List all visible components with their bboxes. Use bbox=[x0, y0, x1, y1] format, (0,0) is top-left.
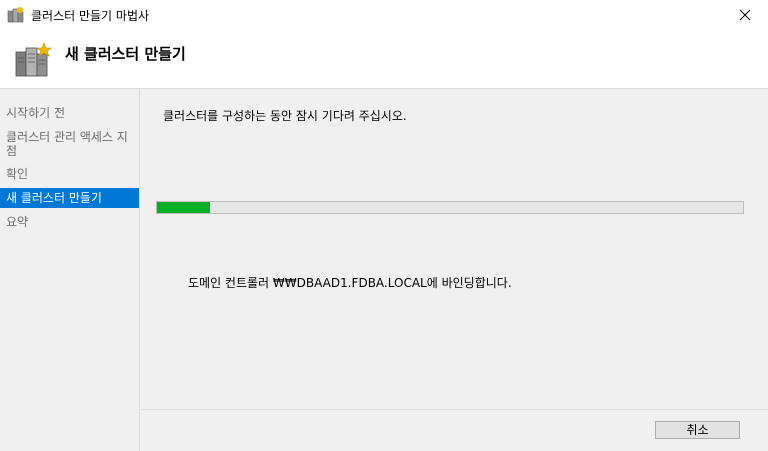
sidebar-item-access-point[interactable]: 클러스터 관리 액세스 지점 bbox=[0, 130, 130, 158]
window-title: 클러스터 만들기 마법사 bbox=[31, 9, 150, 23]
cancel-button[interactable]: 취소 bbox=[655, 421, 740, 439]
wizard-window: 클러스터 만들기 마법사 새 클러스터 만들기 시작하기 전 클러스터 관리 액… bbox=[0, 0, 768, 451]
cluster-servers-icon bbox=[14, 42, 54, 78]
sidebar-item-create-cluster[interactable]: 새 클러스터 만들기 bbox=[0, 188, 139, 208]
wait-message: 클러스터를 구성하는 동안 잠시 기다려 주십시오. bbox=[163, 109, 407, 123]
wizard-header: 새 클러스터 만들기 bbox=[0, 30, 768, 89]
sidebar-item-confirmation[interactable]: 확인 bbox=[0, 167, 139, 181]
close-icon bbox=[739, 9, 751, 21]
status-message: 도메인 컨트롤러 ₩₩DBAAD1.FDBA.LOCAL에 바인딩합니다. bbox=[188, 276, 512, 290]
title-bar: 클러스터 만들기 마법사 bbox=[0, 0, 768, 30]
wizard-footer: 취소 bbox=[142, 409, 768, 451]
sidebar-item-before-you-begin[interactable]: 시작하기 전 bbox=[0, 106, 139, 120]
cluster-wizard-icon bbox=[7, 6, 25, 24]
sidebar-item-summary[interactable]: 요약 bbox=[0, 215, 139, 229]
progress-bar bbox=[156, 201, 744, 214]
close-button[interactable] bbox=[722, 0, 768, 30]
progress-fill bbox=[157, 202, 210, 213]
wizard-content: 클러스터를 구성하는 동안 잠시 기다려 주십시오. 도메인 컨트롤러 ₩₩DB… bbox=[142, 89, 768, 409]
wizard-steps-sidebar: 시작하기 전 클러스터 관리 액세스 지점 확인 새 클러스터 만들기 요약 bbox=[0, 89, 140, 451]
page-title: 새 클러스터 만들기 bbox=[65, 45, 186, 63]
